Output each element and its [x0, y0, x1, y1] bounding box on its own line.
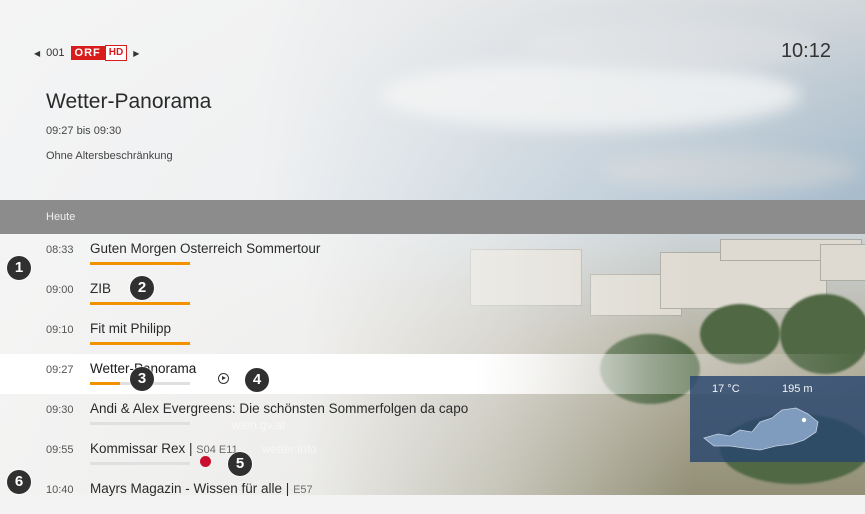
program-title: Kommissar Rex | S04 E11 [90, 441, 238, 456]
chevron-left-icon[interactable]: ◀ [34, 49, 40, 58]
progress-bar [90, 302, 190, 305]
weather-panel: 17 °C 195 m [690, 376, 865, 462]
progress-bar [90, 262, 190, 265]
annotation-badge-3: 3 [130, 367, 154, 391]
page-title: Wetter-Panorama [46, 90, 212, 113]
program-header: ◀ 001 ORF HD ▶ 10:12 Wetter-Panorama 09:… [0, 0, 865, 200]
program-start-time: 09:30 [46, 404, 74, 416]
annotation-badge-6: 6 [7, 470, 31, 494]
program-title: Fit mit Philipp [90, 321, 172, 336]
program-title: Mayrs Magazin - Wissen für alle | E57 [90, 481, 313, 496]
play-icon[interactable] [218, 373, 229, 384]
progress-fill [90, 342, 190, 345]
progress-fill [90, 302, 190, 305]
program-start-time: 09:55 [46, 444, 74, 456]
program-row[interactable]: 09:00 ZIB [0, 274, 865, 314]
program-row[interactable]: 09:10 Fit mit Philipp [0, 314, 865, 354]
altitude: 195 m [782, 383, 813, 395]
program-title: Guten Morgen Osterreich Sommertour [90, 241, 321, 256]
program-title: Andi & Alex Evergreens: Die schönsten So… [90, 401, 469, 416]
program-title: ZIB [90, 281, 112, 296]
annotation-badge-4: 4 [245, 368, 269, 392]
channel-selector[interactable]: ◀ 001 ORF HD ▶ [34, 45, 139, 61]
annotation-badge-5: 5 [228, 452, 252, 476]
program-start-time: 08:33 [46, 244, 74, 256]
progress-fill [90, 382, 120, 385]
temperature: 17 °C [712, 383, 740, 395]
channel-logo: ORF HD [70, 45, 128, 61]
episode-label: E57 [293, 484, 313, 496]
program-start-time: 09:27 [46, 364, 74, 376]
channel-number: 001 [46, 47, 65, 59]
annotation-badge-2: 2 [130, 276, 154, 300]
day-label: Heute [46, 211, 76, 223]
program-start-time: 10:40 [46, 484, 74, 496]
program-start-time: 09:10 [46, 324, 74, 336]
age-rating: Ohne Altersbeschränkung [46, 150, 173, 162]
program-title-text: Kommissar Rex | [90, 441, 193, 456]
progress-fill [90, 262, 190, 265]
clock: 10:12 [780, 40, 831, 62]
program-row[interactable]: 10:40 Mayrs Magazin - Wissen für alle | … [0, 474, 865, 514]
record-icon[interactable] [200, 456, 211, 467]
progress-bar [90, 342, 190, 345]
chevron-right-icon[interactable]: ▶ [133, 49, 139, 58]
progress-bar [90, 422, 190, 425]
progress-bar [90, 462, 190, 465]
program-start-time: 09:00 [46, 284, 74, 296]
program-time: 09:27 bis 09:30 [46, 125, 122, 137]
annotation-badge-1: 1 [7, 256, 31, 280]
program-row[interactable]: 08:33 Guten Morgen Osterreich Sommertour [0, 234, 865, 274]
day-header: Heute [0, 200, 865, 234]
program-title-text: Mayrs Magazin - Wissen für alle | [90, 481, 290, 496]
austria-map-icon [703, 407, 819, 451]
